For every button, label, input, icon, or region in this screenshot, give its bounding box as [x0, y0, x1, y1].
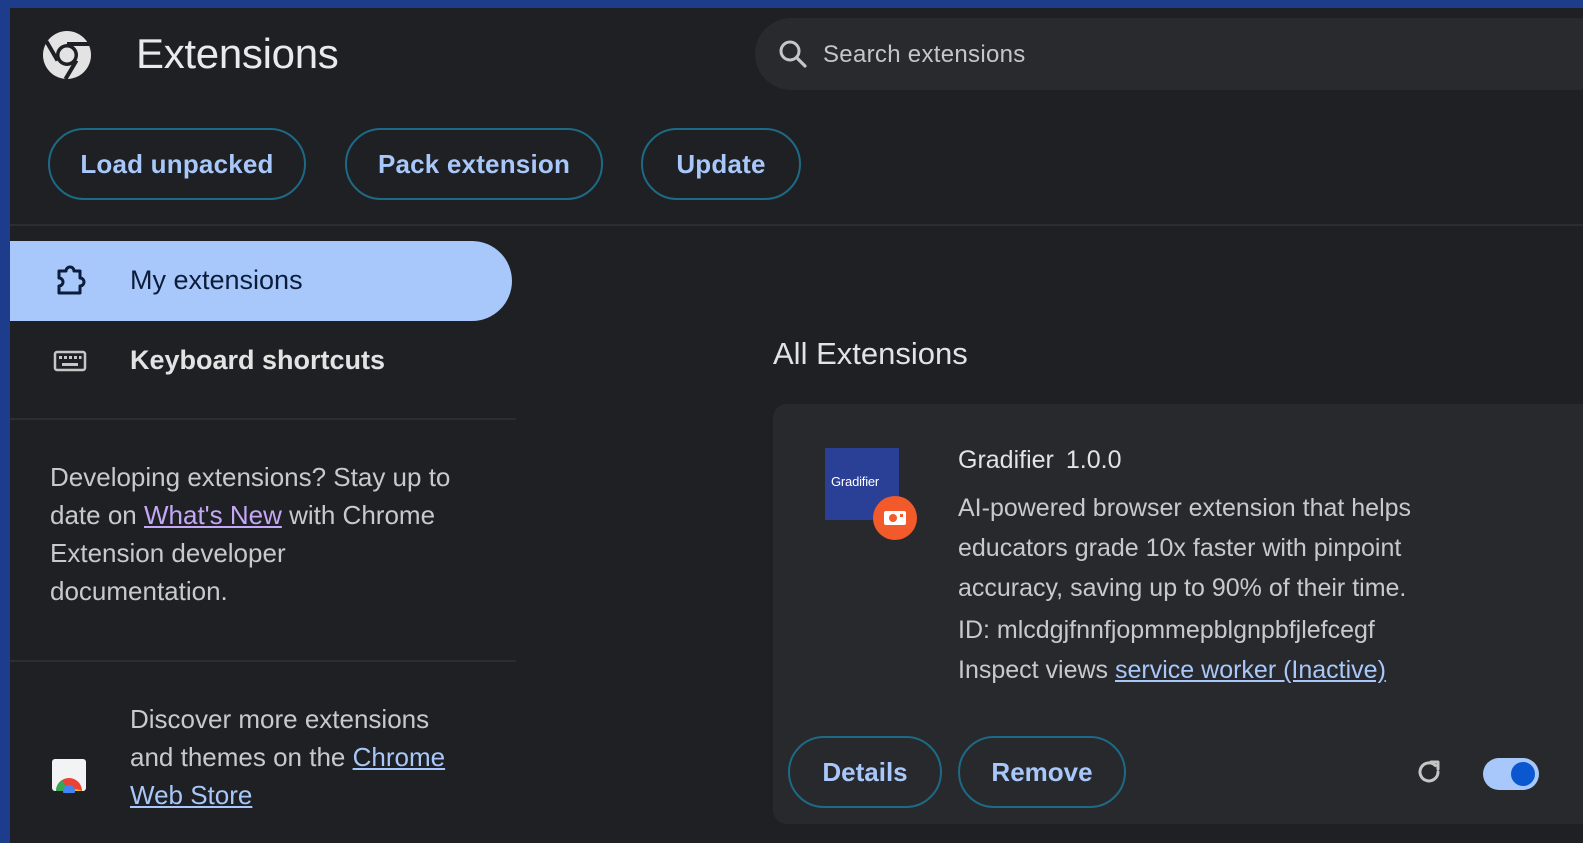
search-input[interactable]: Search extensions — [755, 18, 1583, 90]
chrome-web-store-icon — [52, 759, 86, 793]
extension-badge-icon — [873, 496, 917, 540]
page-title: Extensions — [136, 30, 339, 77]
enable-toggle[interactable] — [1483, 758, 1539, 790]
pack-extension-button[interactable]: Pack extension — [345, 128, 603, 200]
extensions-window: Extensions Search extensions Load unpack… — [10, 8, 1583, 843]
toolbar: Load unpacked Pack extension Update — [10, 128, 1583, 202]
sidebar-divider — [10, 660, 516, 662]
details-button[interactable]: Details — [788, 736, 942, 808]
extension-icon-label: Gradifier — [831, 474, 880, 489]
media-badge-icon — [884, 511, 906, 525]
remove-button[interactable]: Remove — [958, 736, 1126, 808]
reload-icon[interactable] — [1413, 756, 1445, 788]
sidebar-item-my-extensions[interactable]: My extensions — [10, 241, 512, 321]
header-divider — [10, 224, 1583, 226]
chrome-icon — [43, 31, 91, 81]
toggle-knob — [1511, 762, 1535, 786]
service-worker-link[interactable]: service worker (Inactive) — [1115, 656, 1386, 684]
sidebar-divider — [10, 418, 516, 420]
section-title: All Extensions — [773, 336, 968, 371]
web-store-promo: Discover more extensions and themes on t… — [130, 700, 460, 814]
extension-id: ID: mlcdgjfnnfjopmmepblgnpbfjlefcegf — [958, 616, 1375, 644]
extension-description: AI-powered browser extension that helps … — [958, 494, 1412, 602]
sidebar-item-label: Keyboard shortcuts — [130, 345, 386, 375]
update-button[interactable]: Update — [641, 128, 801, 200]
sidebar-item-label: My extensions — [130, 265, 303, 295]
inspect-views-label: Inspect views — [958, 656, 1109, 684]
load-unpacked-button[interactable]: Load unpacked — [48, 128, 306, 200]
extension-version: 1.0.0 — [1065, 446, 1122, 474]
search-placeholder: Search extensions — [823, 41, 1026, 68]
header: Extensions Search extensions — [10, 8, 1583, 100]
inspect-views: Inspect views service worker (Inactive) — [958, 656, 1386, 685]
extension-card: Gradifier Gradifier 1.0.0 AI-powered brow… — [773, 404, 1583, 824]
search-icon — [779, 40, 807, 68]
developer-promo: Developing extensions? Stay up to date o… — [50, 458, 470, 610]
extension-puzzle-icon — [57, 265, 86, 295]
extension-name: Gradifier — [958, 446, 1054, 474]
sidebar-item-keyboard-shortcuts[interactable]: Keyboard shortcuts — [10, 321, 512, 401]
extension-title: Gradifier 1.0.0 — [958, 446, 1121, 475]
whats-new-link[interactable]: What's New — [144, 500, 282, 530]
keyboard-icon — [53, 350, 87, 372]
